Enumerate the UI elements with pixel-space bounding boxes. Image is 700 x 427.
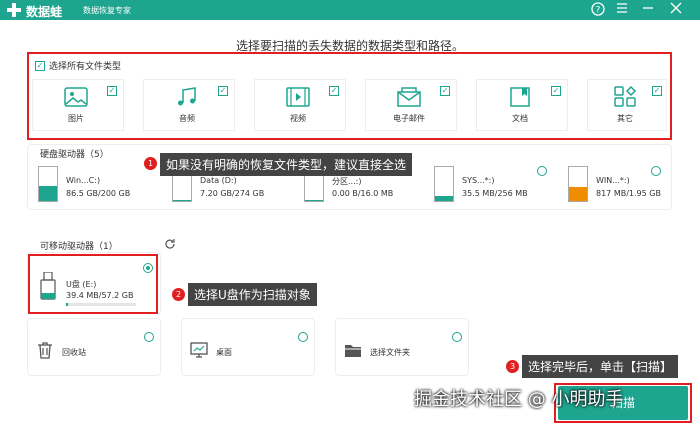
select-all-checkbox[interactable]: ✓ 选择所有文件类型 xyxy=(35,59,121,72)
checkbox-icon[interactable]: ✓ xyxy=(329,86,339,96)
drive-size: 35.5 MB/256 MB xyxy=(462,189,528,198)
image-icon xyxy=(64,87,88,107)
annotation-number: 2 xyxy=(172,288,185,301)
file-type-label: 音频 xyxy=(179,114,195,123)
svg-text:?: ? xyxy=(596,6,601,16)
trash-icon xyxy=(38,342,52,359)
drive-fill xyxy=(173,199,191,201)
drive-sys-radio[interactable] xyxy=(537,166,547,176)
file-type-label: 图片 xyxy=(68,114,84,123)
app-name: 数据蛙 xyxy=(26,5,63,19)
drive-name: SYS...*:) xyxy=(462,176,495,185)
file-type-label: 文档 xyxy=(512,114,528,123)
menu-icon[interactable] xyxy=(614,2,630,18)
file-type-audio[interactable]: ✓ 音频 xyxy=(143,79,235,131)
minimize-icon[interactable] xyxy=(640,2,656,18)
app-logo-icon xyxy=(7,3,21,17)
drive-fill xyxy=(569,186,587,201)
location-label: 桌面 xyxy=(216,348,232,357)
checkbox-icon[interactable]: ✓ xyxy=(218,86,228,96)
checkbox-icon[interactable]: ✓ xyxy=(107,86,117,96)
usb-usage-bar xyxy=(66,303,136,306)
hard-drive-icon xyxy=(568,166,588,202)
annotation-callout: 选择U盘作为扫描对象 xyxy=(188,283,317,306)
location-radio[interactable] xyxy=(144,332,154,342)
checkbox-icon[interactable]: ✓ xyxy=(35,60,45,71)
removable-drives-label: 可移动驱动器（1） xyxy=(40,242,118,252)
annotation-number: 1 xyxy=(144,157,157,170)
file-type-label: 视频 xyxy=(290,114,306,123)
drive-fill xyxy=(435,196,453,201)
hard-drive-icon xyxy=(38,166,58,202)
desktop-icon xyxy=(190,342,208,358)
file-type-label: 电子邮件 xyxy=(393,114,425,123)
drive-name: 分区...:) xyxy=(332,177,362,186)
drive-size: 817 MB/1.95 GB xyxy=(596,189,661,198)
file-type-image[interactable]: ✓ 图片 xyxy=(32,79,124,131)
drive-name: WIN...*:) xyxy=(596,176,630,185)
usb-drive-name: U盘 (E:) xyxy=(66,280,97,289)
folder-icon xyxy=(345,345,361,357)
video-icon xyxy=(286,87,310,107)
hard-drive-icon xyxy=(434,166,454,202)
annotation-number: 3 xyxy=(506,360,519,373)
drive-win-radio[interactable] xyxy=(651,166,661,176)
drive-name: Data (D:) xyxy=(200,176,237,185)
title-bar: 数据蛙 数据恢复专家 ? xyxy=(0,0,700,20)
audio-icon xyxy=(178,87,196,106)
checkbox-icon[interactable]: ✓ xyxy=(551,86,561,96)
checkbox-icon[interactable]: ✓ xyxy=(652,86,662,96)
drive-name: Win...C:) xyxy=(66,176,101,185)
annotation-callout: 如果没有明确的恢复文件类型，建议直接全选 xyxy=(160,153,413,176)
select-all-label: 选择所有文件类型 xyxy=(49,62,122,72)
location-label: 回收站 xyxy=(62,348,86,357)
file-type-other[interactable]: ✓ 其它 xyxy=(587,79,667,131)
help-icon[interactable]: ? xyxy=(590,2,606,18)
drive-win[interactable]: WIN...*:) 817 MB/1.95 GB xyxy=(566,162,686,206)
refresh-icon[interactable] xyxy=(164,238,176,250)
close-icon[interactable] xyxy=(668,2,684,18)
drive-c[interactable]: Win...C:) 86.5 GB/200 GB xyxy=(36,162,156,206)
watermark: 掘金技术社区 @ 小明助手 xyxy=(414,389,624,410)
email-icon xyxy=(397,87,421,107)
location-recycle-bin[interactable]: 回收站 xyxy=(27,318,161,376)
location-radio[interactable] xyxy=(298,332,308,342)
location-radio[interactable] xyxy=(452,332,462,342)
usb-usage-fill xyxy=(66,303,69,306)
checkbox-icon[interactable]: ✓ xyxy=(440,86,450,96)
location-choose-folder[interactable]: 选择文件夹 xyxy=(335,318,469,376)
usb-drive-radio[interactable] xyxy=(143,263,153,273)
file-type-document[interactable]: ✓ 文档 xyxy=(476,79,568,131)
location-label: 选择文件夹 xyxy=(370,348,410,357)
drive-sys[interactable]: SYS...*:) 35.5 MB/256 MB xyxy=(432,162,552,206)
drive-size: 7.20 GB/274 GB xyxy=(200,189,265,198)
location-desktop[interactable]: 桌面 xyxy=(181,318,315,376)
drive-fill xyxy=(39,186,57,201)
app-subtitle: 数据恢复专家 xyxy=(83,6,131,15)
annotation-callout: 选择完毕后，单击【扫描】 xyxy=(522,355,679,378)
drive-size: 0.00 B/16.0 MB xyxy=(332,189,394,198)
usb-drive-size: 39.4 MB/57.2 GB xyxy=(66,291,134,300)
file-type-label: 其它 xyxy=(617,114,633,123)
drive-size: 86.5 GB/200 GB xyxy=(66,189,131,198)
document-icon xyxy=(510,87,530,107)
file-type-video[interactable]: ✓ 视频 xyxy=(254,79,346,131)
other-icon xyxy=(614,86,637,107)
drive-fill xyxy=(305,199,323,201)
usb-drive-icon xyxy=(40,272,56,300)
hard-drives-label: 硬盘驱动器（5） xyxy=(40,150,109,160)
file-type-email[interactable]: ✓ 电子邮件 xyxy=(365,79,457,131)
